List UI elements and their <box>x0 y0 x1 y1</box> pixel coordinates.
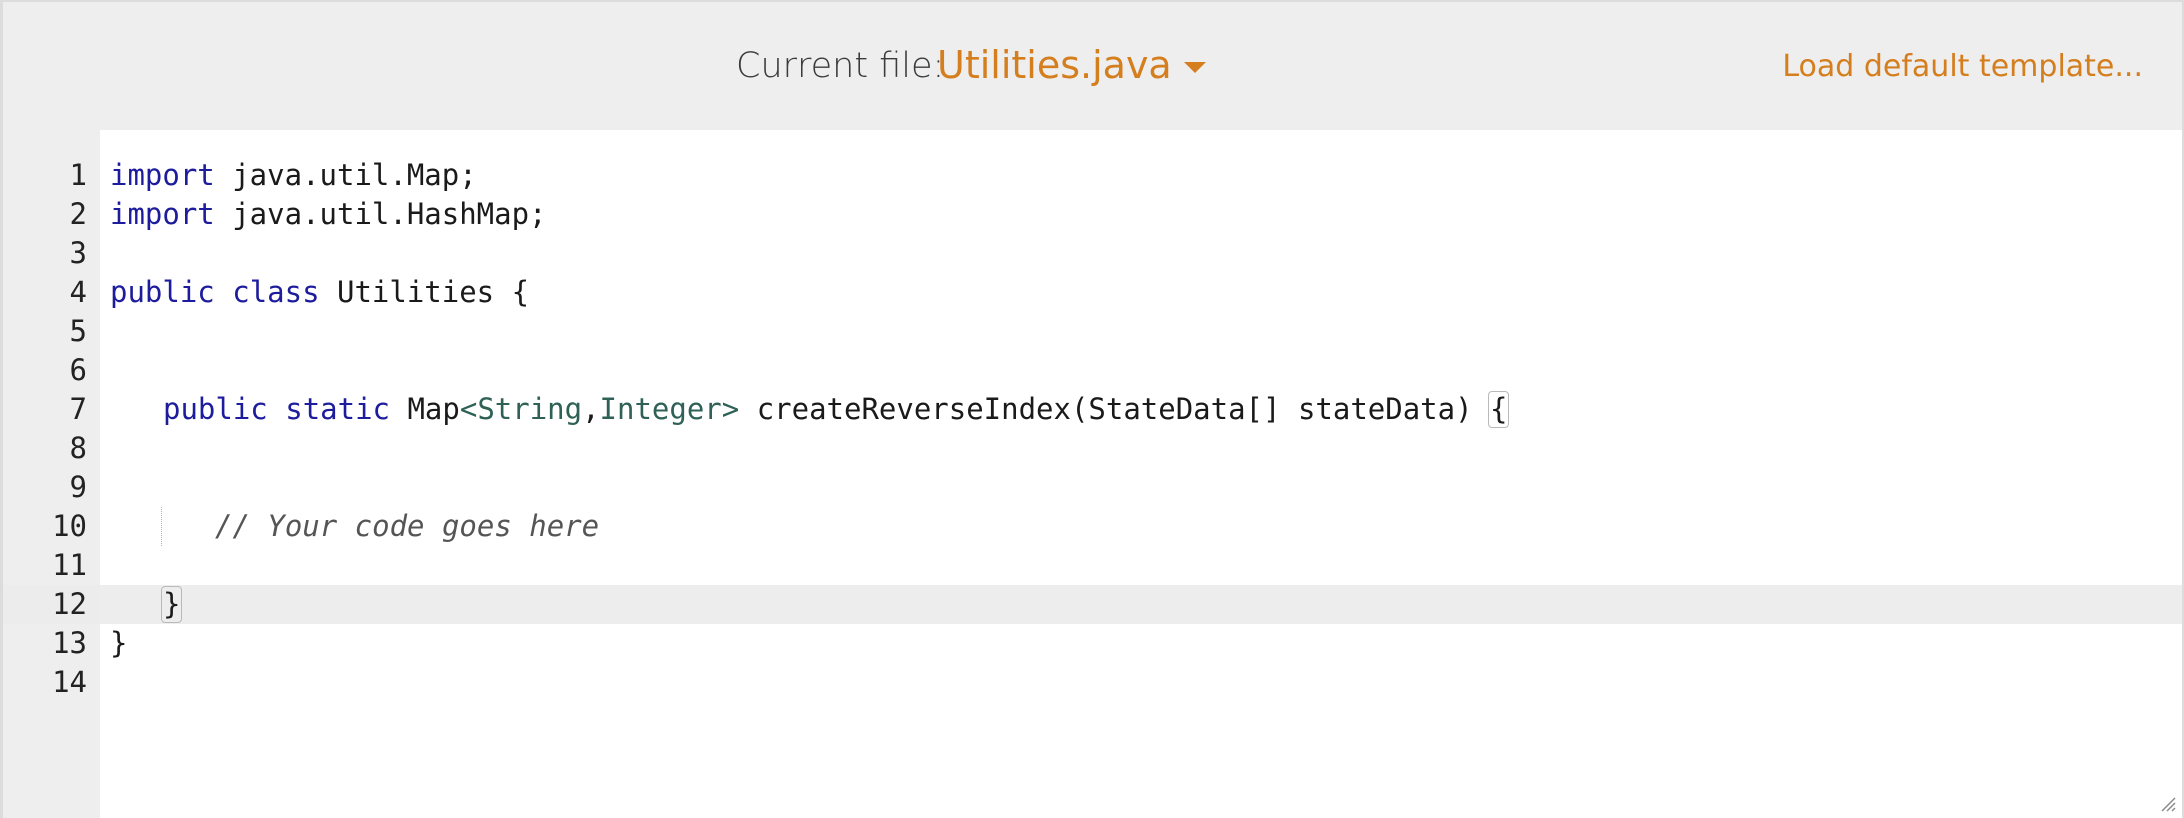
type-token: Integer <box>599 392 722 426</box>
file-selector-dropdown[interactable]: Utilities.java <box>937 43 1172 87</box>
line-number: 8 <box>69 431 87 465</box>
code-line-method-signature: public static Map<String,Integer> create… <box>163 390 1510 429</box>
code-line-comment: // Your code goes here <box>215 507 599 546</box>
current-file-label: Current file: <box>736 46 945 86</box>
line-number: 7 <box>69 392 87 426</box>
code-line-class-close: } <box>110 624 127 663</box>
line-number: 13 <box>52 626 87 660</box>
line-number: 4 <box>69 275 87 309</box>
line-number: 14 <box>52 665 87 699</box>
generic-bracket-token: < <box>459 392 478 426</box>
editor-header: Current file: Utilities.java Load defaul… <box>3 2 2182 130</box>
resize-grip-icon[interactable] <box>2158 794 2176 812</box>
load-default-template-link[interactable]: Load default template... <box>1782 49 2143 84</box>
line-number: 6 <box>69 353 87 387</box>
line-number: 12 <box>52 587 87 621</box>
code-line-import-map: import java.util.Map; <box>110 156 477 195</box>
comment-token: // Your code goes here <box>215 509 600 543</box>
code-line-import-hashmap: import java.util.HashMap; <box>110 195 547 234</box>
code-line-class-declaration: public class Utilities { <box>110 273 529 312</box>
line-number: 9 <box>69 470 87 504</box>
caret-down-icon[interactable] <box>1184 62 1206 73</box>
code-editor-panel: Current file: Utilities.java Load defaul… <box>0 0 2184 818</box>
keyword-token: class <box>232 275 320 309</box>
code-token: createReverseIndex(StateData[] stateData… <box>739 392 1490 426</box>
keyword-token: public <box>163 392 268 426</box>
code-token: } <box>110 626 128 660</box>
code-token: Map <box>390 392 460 426</box>
keyword-token: import <box>110 158 215 192</box>
line-number: 2 <box>69 197 87 231</box>
code-token: Utilities { <box>319 275 530 309</box>
code-token: java.util.Map; <box>214 158 477 192</box>
line-number: 5 <box>69 314 87 348</box>
active-line-highlight-overlay <box>3 585 2182 624</box>
code-token: , <box>582 392 600 426</box>
keyword-token: static <box>285 392 390 426</box>
line-number: 1 <box>69 158 87 192</box>
type-token: String <box>477 392 583 426</box>
code-token: java.util.HashMap; <box>214 197 547 231</box>
keyword-token: public <box>110 275 215 309</box>
indent-guide <box>161 507 162 546</box>
generic-bracket-token: > <box>721 392 740 426</box>
matched-brace-close: } <box>161 586 183 623</box>
line-number: 3 <box>69 236 87 270</box>
line-number: 11 <box>52 548 87 582</box>
code-line-method-close: } <box>161 585 183 624</box>
line-number: 10 <box>52 509 87 543</box>
keyword-token: import <box>110 197 215 231</box>
matched-brace-open: { <box>1488 391 1510 428</box>
